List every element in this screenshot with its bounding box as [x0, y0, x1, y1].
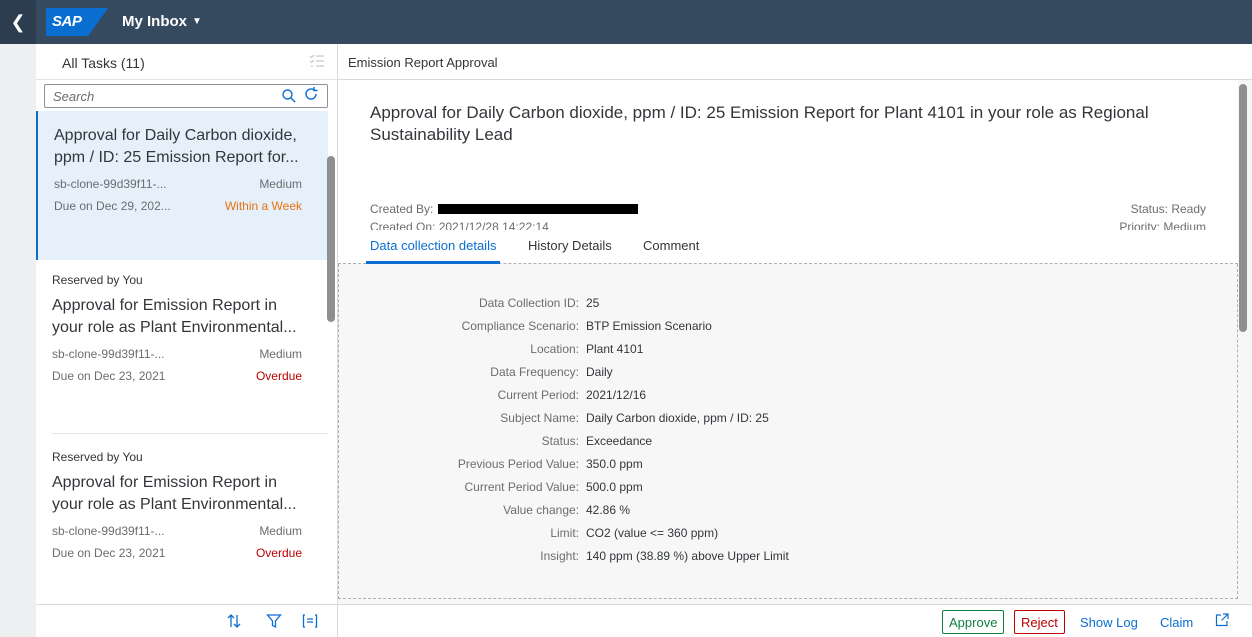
- app-title[interactable]: My Inbox: [122, 13, 187, 30]
- task-due-date: Due on Dec 23, 2021: [52, 546, 166, 560]
- tab-bar: Data collection details History Details …: [338, 230, 1238, 264]
- field-value: BTP Emission Scenario: [586, 319, 712, 333]
- task-due-date: Due on Dec 29, 202...: [54, 199, 171, 213]
- field-label: Value change:: [503, 503, 579, 517]
- data-collection-form: Data Collection ID: 25 Compliance Scenari…: [338, 264, 1238, 599]
- task-count-title: All Tasks (11): [62, 55, 145, 71]
- task-id: sb-clone-99d39f11-...: [52, 524, 165, 538]
- task-reserved-label: Reserved by You: [52, 450, 143, 464]
- task-title: Approval for Daily Carbon dioxide, ppm /…: [54, 127, 299, 166]
- task-list-scrollbar[interactable]: [327, 156, 335, 322]
- caret-down-icon[interactable]: ▼: [192, 16, 202, 27]
- field-label: Data Frequency:: [490, 365, 579, 379]
- field-value: 25: [586, 296, 600, 310]
- show-log-button[interactable]: Show Log: [1080, 615, 1138, 630]
- tab-data-collection[interactable]: Data collection details: [370, 238, 496, 253]
- redaction-bar: [438, 204, 638, 214]
- multi-select-icon[interactable]: [309, 53, 327, 71]
- claim-button[interactable]: Claim: [1160, 615, 1193, 630]
- field-value: CO2 (value <= 360 ppm): [586, 526, 719, 540]
- field-label: Data Collection ID:: [478, 296, 579, 310]
- back-button[interactable]: ❮: [0, 0, 36, 44]
- field-label: Insight:: [540, 549, 579, 563]
- tab-history[interactable]: History Details: [528, 238, 612, 253]
- field-value: 140 ppm (38.89 %) above Upper Limit: [586, 549, 789, 563]
- detail-scrollbar[interactable]: [1239, 84, 1247, 332]
- task-list-item[interactable]: Reserved by You Approval for Emission Re…: [36, 273, 328, 433]
- field-label: Location:: [530, 342, 579, 356]
- field-label: Limit:: [550, 526, 579, 540]
- reject-button[interactable]: Reject: [1014, 610, 1065, 634]
- search-field: [44, 84, 328, 108]
- detail-page-title: Emission Report Approval: [338, 44, 1252, 80]
- field-value: Plant 4101: [586, 342, 644, 356]
- task-reserved-label: Reserved by You: [52, 273, 143, 287]
- task-detail-pane: Emission Report Approval Approval for Da…: [338, 44, 1252, 637]
- task-list-header: All Tasks (11): [36, 44, 337, 80]
- task-due-status: Overdue: [255, 369, 302, 383]
- filter-icon[interactable]: [266, 613, 282, 632]
- task-due-date: Due on Dec 23, 2021: [52, 369, 166, 383]
- task-list-item[interactable]: Reserved by You Approval for Emission Re…: [36, 450, 328, 600]
- field-value: Exceedance: [586, 434, 653, 448]
- open-external-icon[interactable]: [1215, 613, 1231, 629]
- task-priority: Medium: [259, 524, 302, 538]
- field-value: 2021/12/16: [586, 388, 647, 402]
- task-list-item[interactable]: Approval for Daily Carbon dioxide, ppm /…: [36, 111, 328, 260]
- task-title: Approval for Daily Carbon dioxide, ppm /…: [370, 103, 1149, 144]
- shell-bar: ❮ SAP My Inbox ▼: [0, 0, 1252, 44]
- field-label: Current Period Value:: [464, 480, 579, 494]
- list-separator: [52, 433, 328, 434]
- search-icon[interactable]: [281, 88, 297, 104]
- search-input[interactable]: [45, 85, 265, 107]
- created-by: Created By:: [370, 202, 434, 216]
- field-label: Status:: [541, 434, 579, 448]
- field-value: Daily Carbon dioxide, ppm / ID: 25: [586, 411, 769, 425]
- task-status: Status: Ready: [1130, 202, 1206, 216]
- task-title: Approval for Emission Report in your rol…: [52, 474, 297, 513]
- field-label: Previous Period Value:: [457, 457, 579, 471]
- task-priority: Medium: [259, 177, 302, 191]
- tab-comment[interactable]: Comment: [643, 238, 699, 253]
- task-list-footer: [36, 604, 337, 637]
- task-title: Approval for Emission Report in your rol…: [52, 297, 297, 336]
- action-footer: Approve Reject Show Log Claim: [338, 604, 1252, 637]
- task-list-pane: All Tasks (11) Approval for Daily Carbon…: [36, 44, 338, 637]
- task-id: sb-clone-99d39f11-...: [52, 347, 165, 361]
- field-value: Daily: [586, 365, 613, 379]
- refresh-icon[interactable]: [303, 86, 321, 104]
- field-label: Subject Name:: [500, 411, 579, 425]
- sort-icon[interactable]: [226, 613, 242, 632]
- chevron-left-icon: ❮: [10, 11, 26, 32]
- sap-logo: SAP: [46, 8, 108, 36]
- field-value: 500.0 ppm: [586, 480, 643, 494]
- field-label: Current Period:: [497, 388, 579, 402]
- field-label: Compliance Scenario:: [461, 319, 579, 333]
- task-due-status: Overdue: [255, 546, 302, 560]
- field-value: 350.0 ppm: [586, 457, 643, 471]
- group-icon[interactable]: [302, 613, 318, 632]
- task-due-status: Within a Week: [224, 199, 302, 213]
- field-value: 42.86 %: [586, 503, 631, 517]
- task-priority: Medium: [259, 347, 302, 361]
- task-id: sb-clone-99d39f11-...: [54, 177, 167, 191]
- approve-button[interactable]: Approve: [942, 610, 1005, 634]
